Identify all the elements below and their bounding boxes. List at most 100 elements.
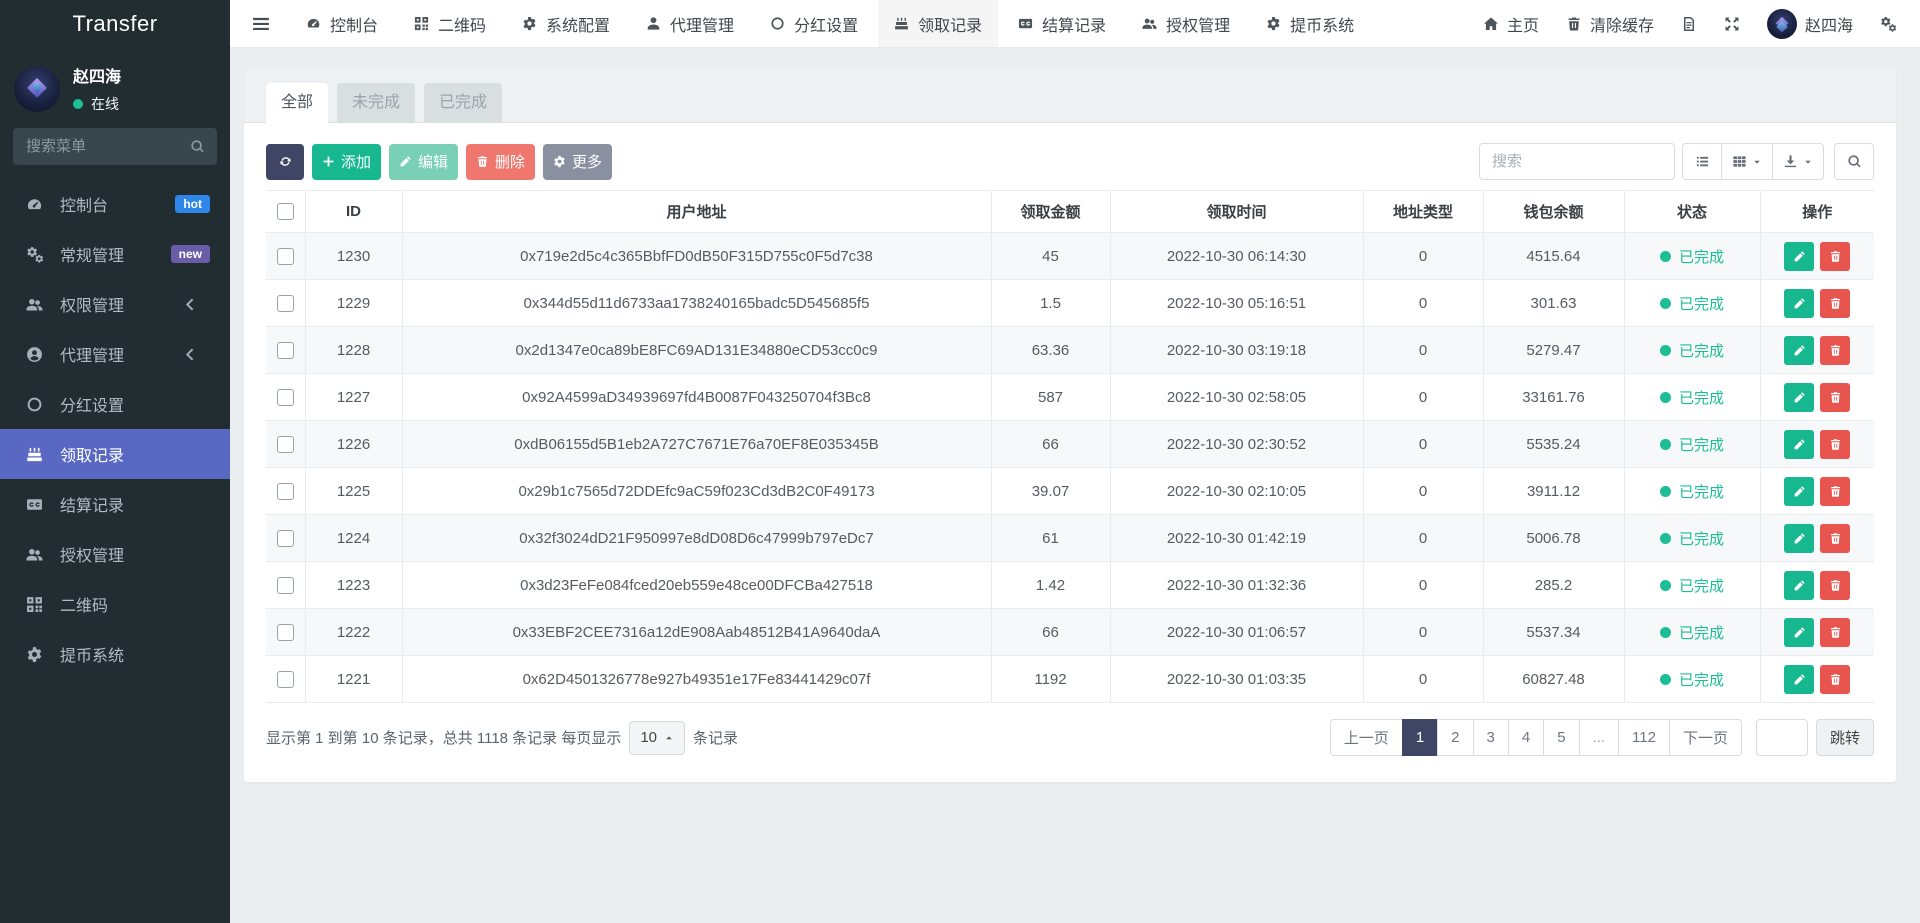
topnav-item-system-config[interactable]: 系统配置 — [506, 0, 626, 47]
user-avatar[interactable] — [14, 66, 60, 112]
add-button[interactable]: 添加 — [312, 144, 381, 180]
table-search-input[interactable] — [1479, 143, 1675, 180]
delete-row-button[interactable] — [1820, 477, 1850, 506]
page-button-3[interactable]: 3 — [1473, 719, 1509, 756]
caret-down-icon — [1803, 157, 1813, 167]
edit-row-button[interactable] — [1784, 571, 1814, 600]
row-checkbox[interactable] — [277, 248, 294, 265]
row-actions — [1760, 421, 1874, 468]
page-button-112[interactable]: 112 — [1618, 719, 1670, 756]
columns-dropdown-button[interactable] — [1721, 143, 1773, 180]
export-dropdown-button[interactable] — [1772, 143, 1824, 180]
edit-row-button[interactable] — [1784, 477, 1814, 506]
table-row: 12270x92A4599aD34939697fd4B0087F04325070… — [266, 374, 1874, 421]
sidebar-item-authorization[interactable]: 授权管理 — [0, 529, 230, 579]
topnav-item-authorization[interactable]: 授权管理 — [1126, 0, 1246, 47]
delete-row-button[interactable] — [1820, 242, 1850, 271]
page-button-2[interactable]: 2 — [1437, 719, 1473, 756]
tab-incomplete[interactable]: 未完成 — [337, 83, 415, 123]
row-checkbox[interactable] — [277, 295, 294, 312]
jump-button[interactable]: 跳转 — [1816, 719, 1874, 756]
sidebar-toggle-button[interactable] — [230, 0, 288, 47]
delete-row-button[interactable] — [1820, 571, 1850, 600]
delete-row-button[interactable] — [1820, 336, 1850, 365]
sidebar-item-general[interactable]: 常规管理new — [0, 229, 230, 279]
row-checkbox[interactable] — [277, 530, 294, 547]
table-row: 12210x62D4501326778e927b49351e17Fe834414… — [266, 656, 1874, 703]
delete-row-button[interactable] — [1820, 430, 1850, 459]
status-label: 已完成 — [1679, 528, 1724, 549]
sidebar-item-qrcode[interactable]: 二维码 — [0, 579, 230, 629]
edit-row-button[interactable] — [1784, 524, 1814, 553]
topnav-item-claim-records[interactable]: 领取记录 — [878, 0, 998, 47]
hot-badge: hot — [175, 195, 210, 213]
topnav-item-qrcode[interactable]: 二维码 — [398, 0, 502, 47]
sidebar-item-claim-records[interactable]: 领取记录 — [0, 429, 230, 479]
angle-left-icon — [182, 296, 204, 313]
edit-row-button[interactable] — [1784, 430, 1814, 459]
jump-page-input[interactable] — [1756, 719, 1808, 756]
sidebar-item-permissions[interactable]: 权限管理 — [0, 279, 230, 329]
sidebar-item-dividend[interactable]: 分红设置 — [0, 379, 230, 429]
trash-icon — [1829, 579, 1842, 592]
pager: 上一页12345...112下一页 跳转 — [1330, 719, 1874, 756]
topnav-item-withdrawal[interactable]: 提币系统 — [1250, 0, 1370, 47]
page-button-5[interactable]: 5 — [1543, 719, 1579, 756]
refresh-page-button[interactable] — [1681, 16, 1697, 32]
edit-row-button[interactable] — [1784, 665, 1814, 694]
more-button[interactable]: 更多 — [543, 144, 612, 180]
delete-row-button[interactable] — [1820, 289, 1850, 318]
topnav-item-console[interactable]: 控制台 — [290, 0, 394, 47]
page-prev-button[interactable]: 上一页 — [1330, 719, 1403, 756]
edit-row-button[interactable] — [1784, 336, 1814, 365]
row-checkbox[interactable] — [277, 624, 294, 641]
page-size-select[interactable]: 10 — [629, 721, 685, 755]
row-status: 已完成 — [1624, 656, 1760, 703]
page-button-1[interactable]: 1 — [1402, 719, 1438, 756]
delete-row-button[interactable] — [1820, 383, 1850, 412]
sidebar-item-withdrawal[interactable]: 提币系统 — [0, 629, 230, 679]
search-button[interactable] — [1834, 143, 1874, 180]
sidebar-item-settlement-records[interactable]: 结算记录 — [0, 479, 230, 529]
tab-all[interactable]: 全部 — [266, 83, 328, 123]
delete-button[interactable]: 删除 — [466, 144, 535, 180]
edit-button[interactable]: 编辑 — [389, 144, 458, 180]
edit-row-button[interactable] — [1784, 618, 1814, 647]
detail-view-button[interactable] — [1682, 143, 1722, 180]
select-all-checkbox[interactable] — [277, 203, 294, 220]
home-link[interactable]: 主页 — [1483, 12, 1539, 36]
row-checkbox[interactable] — [277, 389, 294, 406]
sidebar-item-agents[interactable]: 代理管理 — [0, 329, 230, 379]
status-label: 已完成 — [1679, 434, 1724, 455]
edit-row-button[interactable] — [1784, 242, 1814, 271]
settings-button[interactable] — [1880, 16, 1896, 32]
delete-row-button[interactable] — [1820, 524, 1850, 553]
topnav-item-label: 领取记录 — [918, 12, 982, 36]
topnav-item-agents[interactable]: 代理管理 — [630, 0, 750, 47]
user-menu[interactable]: 赵四海 — [1767, 9, 1853, 39]
status-badge: 已完成 — [1660, 340, 1724, 361]
edit-row-button[interactable] — [1784, 289, 1814, 318]
refresh-button[interactable] — [266, 144, 304, 180]
row-id: 1223 — [305, 562, 402, 609]
row-checkbox[interactable] — [277, 671, 294, 688]
clear-cache-link[interactable]: 清除缓存 — [1566, 12, 1654, 36]
page-next-button[interactable]: 下一页 — [1669, 719, 1742, 756]
page-button-4[interactable]: 4 — [1508, 719, 1544, 756]
status-badge: 已完成 — [1660, 669, 1724, 690]
sidebar-item-console[interactable]: 控制台hot — [0, 179, 230, 229]
row-checkbox[interactable] — [277, 342, 294, 359]
delete-row-button[interactable] — [1820, 665, 1850, 694]
row-checkbox[interactable] — [277, 577, 294, 594]
delete-row-button[interactable] — [1820, 618, 1850, 647]
sidebar-search-input[interactable] — [13, 128, 217, 165]
topnav-item-dividend[interactable]: 分红设置 — [754, 0, 874, 47]
fullscreen-button[interactable] — [1724, 16, 1740, 32]
tab-complete[interactable]: 已完成 — [424, 83, 502, 123]
status-label: 已完成 — [1679, 387, 1724, 408]
edit-row-button[interactable] — [1784, 383, 1814, 412]
row-checkbox[interactable] — [277, 436, 294, 453]
row-address: 0x29b1c7565d72DDEfc9aC59f023Cd3dB2C0F491… — [402, 468, 991, 515]
row-checkbox[interactable] — [277, 483, 294, 500]
topnav-item-settlement-records[interactable]: 结算记录 — [1002, 0, 1122, 47]
